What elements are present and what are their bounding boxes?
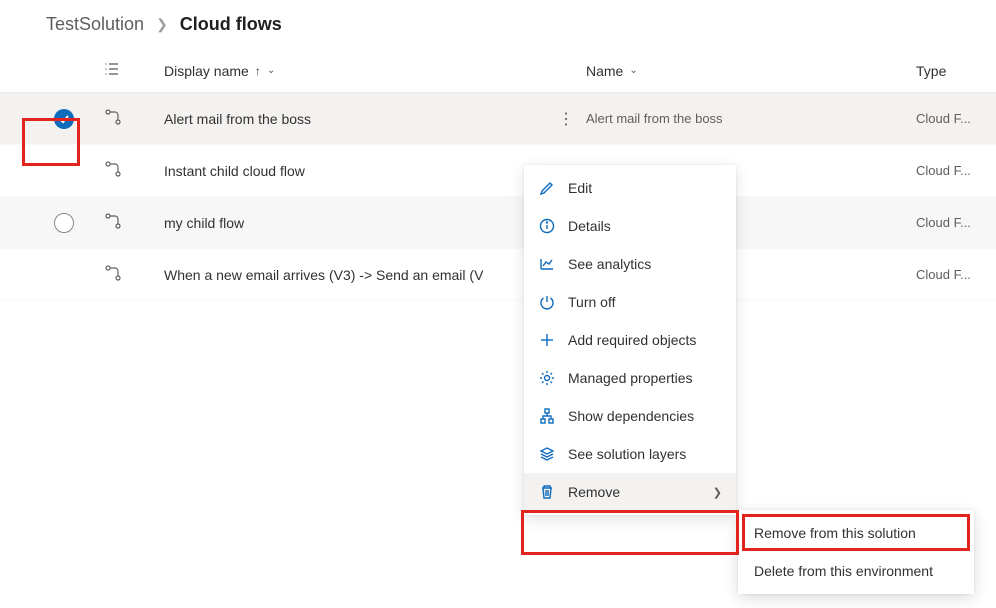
menu-label: Add required objects	[568, 332, 696, 348]
table-row[interactable]: When a new email arrives (V3) -> Send an…	[0, 249, 996, 301]
submenu: Remove from this solution Delete from th…	[738, 510, 974, 594]
type-cell: Cloud F...	[916, 215, 996, 230]
flow-icon	[104, 264, 164, 285]
menu-label: Managed properties	[568, 370, 693, 386]
layers-icon	[538, 446, 556, 462]
chevron-down-icon: ⌄	[267, 65, 275, 76]
display-name-cell[interactable]: Alert mail from the boss	[164, 111, 546, 127]
list-view-icon[interactable]	[104, 61, 164, 80]
menu-item-edit[interactable]: Edit	[524, 169, 736, 207]
menu-label: Details	[568, 218, 611, 234]
column-label: Type	[916, 63, 946, 79]
menu-label: Edit	[568, 180, 592, 196]
type-cell: Cloud F...	[916, 163, 996, 178]
submenu-item-remove-solution[interactable]: Remove from this solution	[738, 514, 974, 552]
table-row[interactable]: Alert mail from the boss ⋮ Alert mail fr…	[0, 93, 996, 145]
column-display-name[interactable]: Display name ↑ ⌄	[164, 63, 546, 79]
pencil-icon	[538, 180, 556, 196]
submenu-item-delete-env[interactable]: Delete from this environment	[738, 552, 974, 590]
display-name-cell[interactable]: Instant child cloud flow	[164, 163, 546, 179]
gear-icon	[538, 370, 556, 386]
menu-label: See solution layers	[568, 446, 686, 462]
trash-icon	[538, 484, 556, 500]
type-cell: Cloud F...	[916, 267, 996, 282]
table-header: Display name ↑ ⌄ Name ⌄ Type	[0, 49, 996, 93]
menu-label: Remove from this solution	[754, 525, 916, 541]
column-label: Name	[586, 63, 623, 79]
display-name-cell[interactable]: When a new email arrives (V3) -> Send an…	[164, 267, 546, 283]
menu-item-details[interactable]: Details	[524, 207, 736, 245]
sort-up-icon: ↑	[255, 64, 261, 78]
flow-icon	[104, 212, 164, 233]
power-icon	[538, 294, 556, 310]
column-label: Display name	[164, 63, 249, 79]
annotation-highlight	[521, 510, 739, 555]
info-icon	[538, 218, 556, 234]
flow-icon	[104, 108, 164, 129]
breadcrumb-parent[interactable]: TestSolution	[46, 14, 144, 35]
chevron-down-icon: ⌄	[629, 65, 637, 76]
menu-label: Remove	[568, 484, 620, 500]
table-row[interactable]: my child flow Cloud F...	[0, 197, 996, 249]
plus-icon	[538, 332, 556, 348]
chevron-right-icon: ❯	[713, 486, 722, 499]
menu-label: See analytics	[568, 256, 651, 272]
display-name-cell[interactable]: my child flow	[164, 215, 546, 231]
chevron-right-icon: ❯	[156, 16, 168, 33]
flow-icon	[104, 160, 164, 181]
menu-item-remove[interactable]: Remove ❯	[524, 473, 736, 511]
menu-item-analytics[interactable]: See analytics	[524, 245, 736, 283]
menu-item-solution-layers[interactable]: See solution layers	[524, 435, 736, 473]
menu-item-dependencies[interactable]: Show dependencies	[524, 397, 736, 435]
table-row[interactable]: Instant child cloud flow Cloud F...	[0, 145, 996, 197]
name-cell: Alert mail from the boss	[586, 111, 916, 126]
context-menu: Edit Details See analytics Turn off Add …	[524, 165, 736, 515]
menu-label: Turn off	[568, 294, 615, 310]
select-checkbox[interactable]	[54, 213, 74, 233]
menu-label: Show dependencies	[568, 408, 694, 424]
breadcrumb-current: Cloud flows	[180, 14, 282, 35]
tree-icon	[538, 408, 556, 424]
more-actions-button[interactable]: ⋮	[546, 109, 586, 129]
breadcrumb: TestSolution ❯ Cloud flows	[0, 0, 996, 49]
select-checkbox[interactable]	[54, 109, 74, 129]
menu-item-turnoff[interactable]: Turn off	[524, 283, 736, 321]
menu-item-managed-props[interactable]: Managed properties	[524, 359, 736, 397]
column-type[interactable]: Type	[916, 63, 996, 79]
type-cell: Cloud F...	[916, 111, 996, 126]
chart-icon	[538, 256, 556, 272]
menu-item-add-required[interactable]: Add required objects	[524, 321, 736, 359]
column-name[interactable]: Name ⌄	[546, 63, 916, 79]
menu-label: Delete from this environment	[754, 563, 933, 579]
